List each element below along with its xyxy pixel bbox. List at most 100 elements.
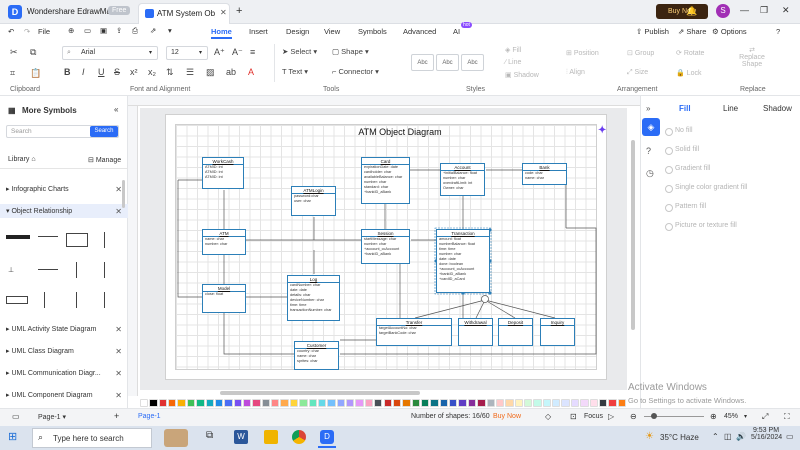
word-icon[interactable]: W [234,430,248,444]
color-swatch[interactable] [140,399,149,407]
uml-class-account[interactable]: Account +initialBalance: float number: c… [440,163,485,196]
fill-option-gradient[interactable]: Gradient fill [664,165,710,174]
color-swatch[interactable] [439,399,449,407]
color-swatch[interactable] [186,399,196,407]
color-swatch[interactable] [327,399,336,407]
tab-line[interactable]: Line [723,104,738,113]
color-swatch[interactable] [364,399,374,407]
zoom-out-icon[interactable]: ⊖ [630,412,637,421]
color-swatch[interactable] [374,399,383,407]
color-swatch[interactable] [271,399,280,407]
color-swatch[interactable] [233,399,242,407]
page-layout-icon[interactable]: ▭ [12,412,20,421]
help-circle-icon[interactable]: ? [646,146,651,156]
tab-fill[interactable]: Fill [679,104,691,113]
search-highlight-icon[interactable] [164,429,188,447]
chrome-icon[interactable] [292,430,306,444]
uml-class-card[interactable]: Card expirationDate: date cardholder: ch… [361,157,410,204]
edrawmax-taskbar-icon[interactable]: D [320,430,334,444]
color-swatch[interactable] [168,399,177,407]
uml-class-withdrawal[interactable]: Withdrawal [458,318,493,346]
color-swatch[interactable] [467,399,477,407]
uml-class-model[interactable]: Model close: float [202,284,246,313]
color-swatch[interactable] [598,399,608,407]
uml-class-transaction[interactable]: Transaction amount: float numberBalance:… [436,229,490,293]
color-swatch[interactable] [224,399,233,407]
color-swatch[interactable] [158,399,168,407]
zoom-level[interactable]: 45% [724,413,738,420]
weather-text[interactable]: 35°C Haze [660,433,699,442]
uml-class-deposit[interactable]: Deposit [498,318,533,346]
fill-option-picture[interactable]: Picture or texture fill [665,222,737,231]
color-swatch[interactable] [308,399,317,407]
color-palette[interactable] [140,398,627,408]
color-swatch[interactable] [608,399,617,407]
color-swatch[interactable] [261,399,271,407]
uml-class-inquiry[interactable]: Inquiry [540,318,575,346]
task-view-icon[interactable]: ⧉ [206,430,213,441]
color-swatch[interactable] [617,399,626,407]
uml-class-atm[interactable]: ATM name: char number: char [202,229,246,255]
uml-class-log[interactable]: Log cardNumber: char date: date details:… [287,275,340,321]
fill-option-pattern[interactable]: Pattern fill [664,203,706,212]
color-swatch[interactable] [533,399,542,407]
page-tab-active[interactable]: Page-1 [138,413,161,420]
color-swatch[interactable] [458,399,467,407]
color-swatch[interactable] [495,399,505,407]
color-swatch[interactable] [196,399,205,407]
color-swatch[interactable] [214,399,224,407]
color-swatch[interactable] [205,399,214,407]
clock-icon[interactable]: ◷ [646,168,654,179]
page-selector[interactable]: Page-1 ▾ [38,413,66,421]
fill-tool-icon[interactable]: ◈ [642,118,660,136]
focus-button[interactable]: Focus [584,413,603,420]
collapse-right-panel-icon[interactable]: » [646,104,650,113]
tray-chevron-icon[interactable]: ⌃ [712,432,719,441]
zoom-slider-handle[interactable] [651,413,657,419]
color-swatch[interactable] [552,399,561,407]
color-swatch[interactable] [392,399,402,407]
tab-shadow[interactable]: Shadow [763,104,792,113]
uml-class-session[interactable]: Session startMessage: char number: char … [361,229,410,264]
color-swatch[interactable] [542,399,552,407]
taskbar-search[interactable]: ⌕ Type here to search [32,428,152,448]
fill-option-solid[interactable]: Solid fill [664,146,699,155]
fill-option-none[interactable]: No fill [665,127,693,136]
uml-class-bank[interactable]: Bank code: char name: char [522,163,567,185]
zoom-in-icon[interactable]: ⊕ [710,412,717,421]
color-swatch[interactable] [523,399,533,407]
network-icon[interactable]: ◫ [724,432,732,441]
clock[interactable]: 9:53 PM 5/16/2024 [751,427,782,441]
fit-window-icon[interactable]: ⤢ [762,412,768,422]
uml-class-transfer[interactable]: Transfer targetAccountNo: char targetBan… [376,318,452,346]
play-icon[interactable]: ▷ [608,412,614,421]
color-swatch[interactable] [355,399,364,407]
color-swatch[interactable] [411,399,420,407]
volume-icon[interactable]: 🔊 [736,432,746,441]
color-swatch[interactable] [252,399,261,407]
fit-page-icon[interactable]: ⊡ [570,412,577,421]
color-swatch[interactable] [383,399,392,407]
color-swatch[interactable] [580,399,589,407]
color-swatch[interactable] [177,399,186,407]
uml-class-customer[interactable]: Customer country: char name: char sprite… [294,341,339,370]
color-swatch[interactable] [561,399,570,407]
fullscreen-icon[interactable]: ⛶ [784,412,790,422]
color-swatch[interactable] [477,399,486,407]
layers-icon[interactable]: ◇ [545,412,551,421]
color-swatch[interactable] [402,399,411,407]
file-explorer-icon[interactable] [264,430,278,444]
add-page-icon[interactable]: + [114,411,119,421]
uml-class-atmlogin[interactable]: ATMLogin password:char user: char [291,186,336,216]
fill-option-single-gradient[interactable]: Single color gradient fill [664,184,747,193]
color-swatch[interactable] [336,399,346,407]
color-swatch[interactable] [505,399,514,407]
color-swatch[interactable] [243,399,252,407]
color-swatch[interactable] [299,399,308,407]
weather-icon[interactable]: ☀ [645,431,654,442]
chevron-down-icon[interactable]: ▾ [744,413,747,420]
color-swatch[interactable] [430,399,439,407]
color-swatch[interactable] [280,399,289,407]
color-swatch[interactable] [420,399,430,407]
notifications-icon[interactable]: ▭ [786,432,794,441]
